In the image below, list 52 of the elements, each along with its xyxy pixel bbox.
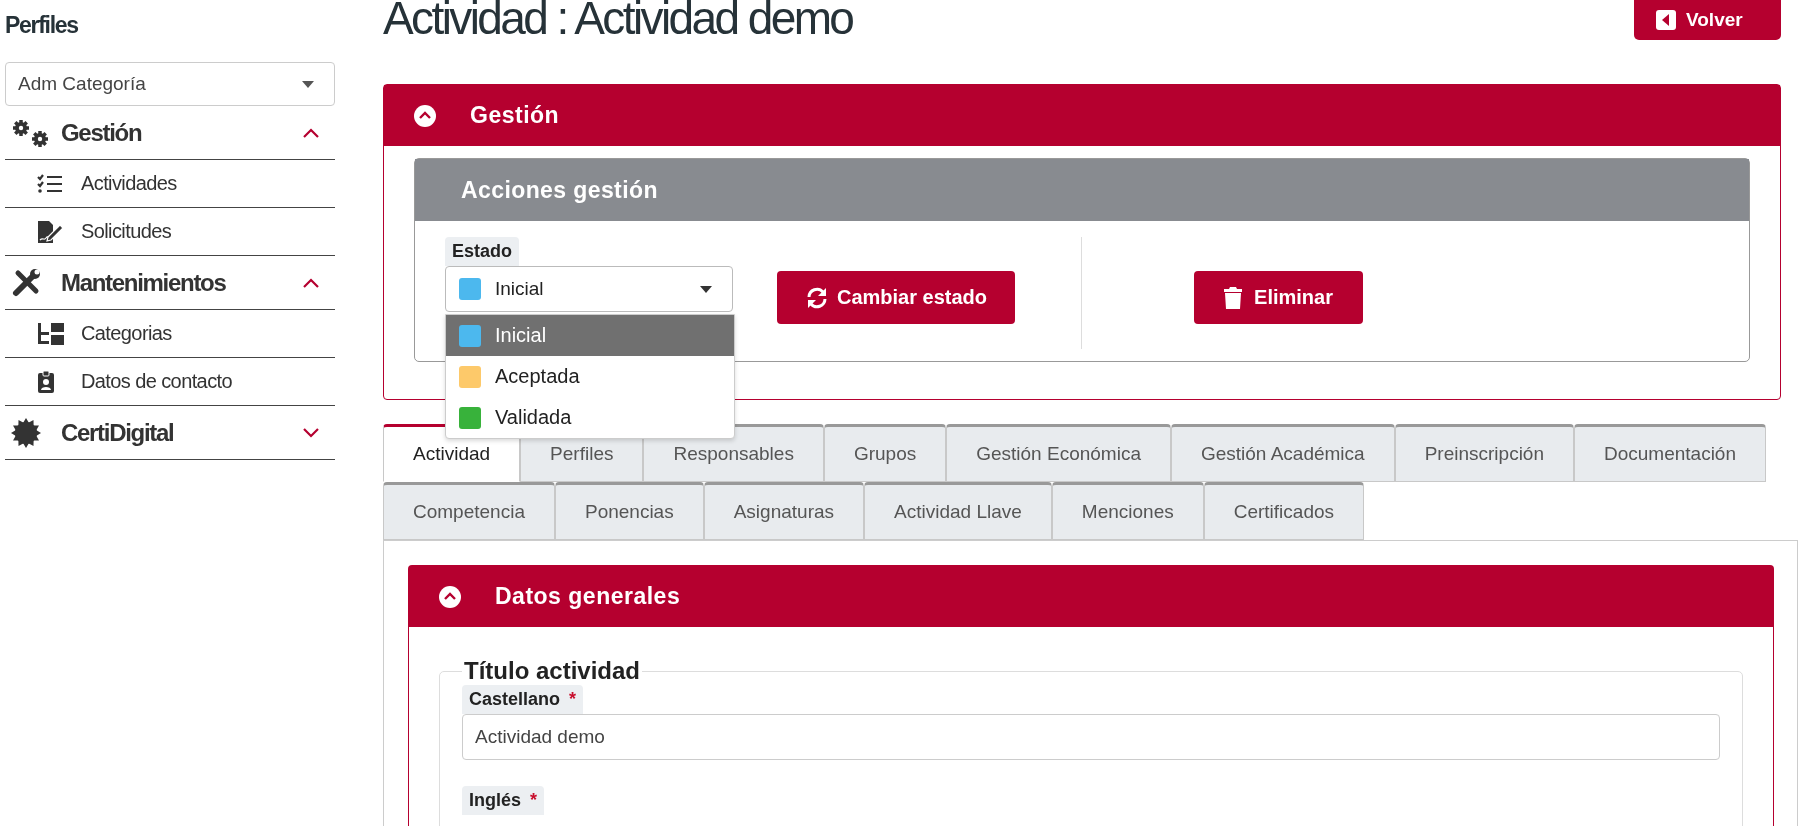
sidebar-title: Perfiles (5, 12, 79, 40)
profile-select[interactable]: Adm Categoría (5, 62, 335, 106)
menu-section[interactable]: Gestión (5, 106, 335, 160)
seal-icon (10, 416, 42, 449)
menu-section[interactable]: Mantenimientos (5, 256, 335, 310)
required-mark: * (530, 790, 538, 810)
tab[interactable]: Ponencias (554, 482, 704, 540)
tab[interactable]: Competencia (383, 482, 555, 540)
fieldset-legend: Título actividad (462, 657, 642, 685)
menu-item[interactable]: Categorias (5, 310, 335, 358)
tools-icon (10, 266, 42, 299)
tab[interactable]: Actividad Llave (864, 482, 1052, 540)
tab[interactable]: Asignaturas (703, 482, 865, 540)
input-field[interactable]: Actividad demo (462, 714, 1720, 760)
dropdown-option[interactable]: Aceptada (446, 356, 734, 397)
card-title: Acciones gestión (415, 159, 1749, 221)
menu-item[interactable]: Solicitudes (5, 208, 335, 256)
tab[interactable]: Menciones (1051, 482, 1204, 540)
refresh-icon (805, 285, 829, 310)
folder-tree-icon (37, 321, 65, 346)
panel-header[interactable]: Datos generales (409, 566, 1773, 627)
required-mark: * (569, 689, 577, 709)
panel-title: Datos generales (495, 583, 681, 610)
menu-section[interactable]: CertiDigital (5, 406, 335, 460)
trash-icon (1224, 286, 1243, 309)
panel-title: Gestión (470, 102, 560, 129)
tab[interactable]: Documentación (1574, 424, 1766, 482)
caret-icon (700, 285, 712, 293)
status-select[interactable]: Inicial (445, 266, 733, 312)
id-badge-icon (37, 369, 55, 394)
tab[interactable]: Gestión Económica (946, 424, 1171, 482)
tab[interactable]: Preinscripción (1394, 424, 1574, 482)
status-swatch (459, 278, 481, 300)
menu-item[interactable]: Actividades (5, 160, 335, 208)
caret-icon (302, 80, 314, 88)
action-button[interactable]: Cambiar estado (777, 271, 1016, 324)
gears-icon (10, 117, 50, 148)
tab[interactable]: Certificados (1203, 482, 1365, 540)
field-label: Castellano * (462, 685, 584, 714)
field-label: Inglés * (462, 786, 545, 815)
tab[interactable]: Gestión Académica (1170, 424, 1395, 482)
delete-button[interactable]: Eliminar (1194, 271, 1363, 324)
panel-header[interactable]: Gestión (384, 85, 1780, 146)
document-pen-icon (37, 219, 65, 244)
checklist-icon (37, 173, 63, 194)
page-title: Actividad : Actividad demo (383, 0, 853, 40)
dropdown-option[interactable]: Inicial (446, 315, 734, 356)
field-label: Estado (445, 237, 519, 266)
tab[interactable]: Grupos (823, 424, 947, 482)
back-button[interactable]: Volver (1634, 0, 1781, 40)
back-icon (1656, 10, 1676, 30)
menu-item[interactable]: Datos de contacto (5, 358, 335, 406)
